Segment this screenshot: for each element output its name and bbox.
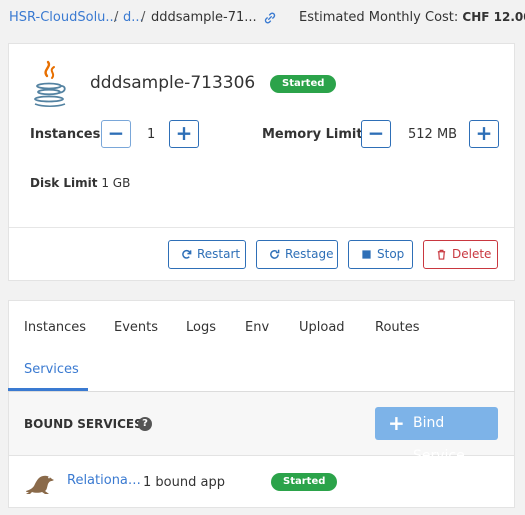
service-status-badge: Started [271,473,338,491]
app-name: dddsample-713306 [90,73,256,93]
tab-logs[interactable]: Logs [186,320,216,335]
breadcrumb-app: dddsample-71... [151,10,257,25]
breadcrumb-separator: / [114,10,119,25]
estimated-cost: Estimated Monthly Cost: CHF 12.00 [299,10,525,25]
tab-env[interactable]: Env [245,320,269,335]
tab-instances[interactable]: Instances [24,320,86,335]
increase-memory-button[interactable]: + [469,120,499,148]
refresh-icon [270,249,280,259]
bound-services-title: BOUND SERVICES [24,417,143,431]
memory-limit-value: 512 MB [408,127,458,142]
trash-icon [437,249,446,260]
tab-events[interactable]: Events [114,320,158,335]
top-bar: HSR-CloudSolu... / d... / dddsample-71..… [0,0,525,38]
tab-upload[interactable]: Upload [299,320,345,335]
mariadb-seal-icon [26,475,54,494]
app-status-badge: Started [270,75,337,93]
instances-label: Instances [30,127,101,142]
help-icon[interactable]: ? [138,417,152,431]
tab-routes[interactable]: Routes [375,320,420,335]
increase-instances-button[interactable]: + [169,120,199,148]
plus-icon: + [388,411,405,435]
service-name-link[interactable]: RelationalD... [67,473,142,488]
disk-limit-value: 1 GB [101,176,131,190]
decrease-memory-button[interactable]: − [361,120,391,148]
link-icon[interactable] [263,11,277,25]
instances-value: 1 [147,127,156,142]
memory-limit-label: Memory Limit [262,127,363,142]
cost-value: CHF 12.00 [462,10,525,24]
stop-icon [362,250,371,259]
delete-button[interactable]: Delete [423,240,498,269]
restart-icon [182,249,192,259]
service-bound-apps: 1 bound app [143,475,225,490]
restage-button[interactable]: Restage [256,240,338,269]
disk-limit: Disk Limit 1 GB [30,176,130,190]
stop-button[interactable]: Stop [348,240,413,269]
restart-button[interactable]: Restart [168,240,246,269]
breadcrumb-separator: / [141,10,146,25]
breadcrumb-org[interactable]: HSR-CloudSolu... [9,10,118,25]
tab-services[interactable]: Services [24,362,79,377]
card-divider [9,227,514,228]
bind-service-button[interactable]: + Bind Service [375,407,498,464]
disk-limit-label: Disk Limit [30,176,98,190]
java-icon [34,60,66,108]
decrease-instances-button[interactable]: − [101,120,131,148]
